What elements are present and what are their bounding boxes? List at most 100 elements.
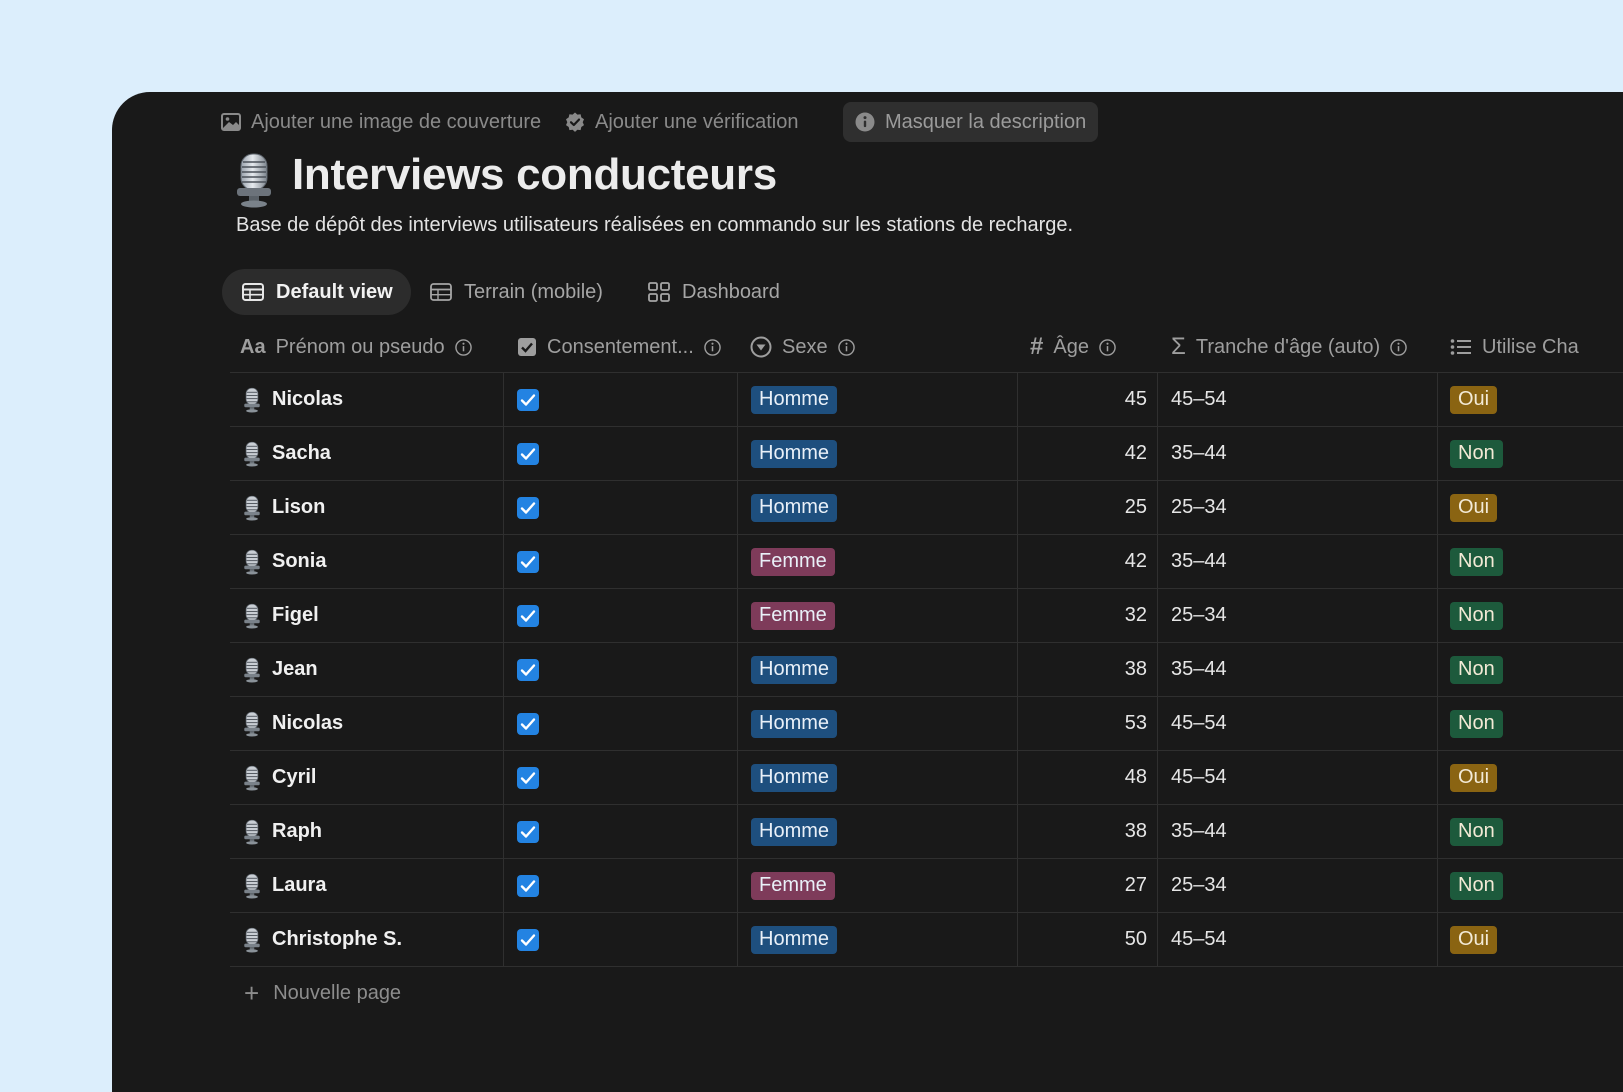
age-range-cell[interactable]: 45–54 [1171, 913, 1227, 966]
age-range-cell[interactable]: 25–34 [1171, 859, 1227, 912]
column-header-name[interactable]: Aa Prénom ou pseudo [240, 322, 472, 372]
name-cell[interactable]: Laura [242, 859, 326, 912]
tab-dashboard[interactable]: Dashboard [648, 269, 780, 315]
uses-cell[interactable]: Non [1450, 427, 1503, 480]
sex-cell[interactable]: Homme [751, 913, 838, 966]
consent-checkbox[interactable] [517, 550, 539, 573]
sex-cell[interactable]: Homme [751, 697, 838, 750]
age-cell[interactable]: 45 [1030, 373, 1147, 426]
age-range-cell[interactable]: 45–54 [1171, 697, 1227, 750]
sex-cell[interactable]: Homme [751, 751, 838, 804]
uses-cell[interactable]: Non [1450, 805, 1503, 858]
tab-terrain-mobile[interactable]: Terrain (mobile) [430, 269, 603, 315]
name-cell[interactable]: Sacha [242, 427, 331, 480]
age-cell[interactable]: 42 [1030, 427, 1147, 480]
sex-cell[interactable]: Homme [751, 643, 838, 696]
age-range-cell[interactable]: 35–44 [1171, 643, 1227, 696]
uses-cell[interactable]: Non [1450, 535, 1503, 588]
age-cell[interactable]: 48 [1030, 751, 1147, 804]
table-row[interactable]: Laura Femme 27 25–34 Non [230, 859, 1623, 913]
uses-cell[interactable]: Oui [1450, 373, 1498, 426]
consent-checkbox[interactable] [517, 928, 539, 951]
consent-checkbox[interactable] [517, 874, 539, 897]
consent-cell[interactable] [517, 697, 539, 750]
age-cell[interactable]: 42 [1030, 535, 1147, 588]
column-header-age[interactable]: # Âge [1030, 322, 1116, 372]
name-cell[interactable]: Nicolas [242, 697, 343, 750]
column-header-uses[interactable]: Utilise Cha [1450, 322, 1579, 372]
name-cell[interactable]: Raph [242, 805, 322, 858]
add-cover-button[interactable]: Ajouter une image de couverture [221, 102, 541, 142]
consent-cell[interactable] [517, 481, 539, 534]
table-row[interactable]: Raph Homme 38 35–44 Non [230, 805, 1623, 859]
age-cell[interactable]: 38 [1030, 805, 1147, 858]
consent-cell[interactable] [517, 535, 539, 588]
consent-checkbox[interactable] [517, 766, 539, 789]
table-row[interactable]: Sacha Homme 42 35–44 Non [230, 427, 1623, 481]
table-row[interactable]: Lison Homme 25 25–34 Oui [230, 481, 1623, 535]
table-row[interactable]: Nicolas Homme 53 45–54 Non [230, 697, 1623, 751]
hide-description-button[interactable]: Masquer la description [843, 102, 1099, 142]
age-cell[interactable]: 25 [1030, 481, 1147, 534]
tab-default-view[interactable]: Default view [222, 269, 411, 315]
add-verification-button[interactable]: Ajouter une vérification [565, 102, 798, 142]
column-header-sex[interactable]: Sexe [750, 322, 855, 372]
age-cell[interactable]: 32 [1030, 589, 1147, 642]
consent-checkbox[interactable] [517, 388, 539, 411]
consent-cell[interactable] [517, 805, 539, 858]
consent-checkbox[interactable] [517, 442, 539, 465]
name-cell[interactable]: Lison [242, 481, 325, 534]
sex-cell[interactable]: Homme [751, 805, 838, 858]
consent-cell[interactable] [517, 589, 539, 642]
table-row[interactable]: Nicolas Homme 45 45–54 Oui [230, 373, 1623, 427]
consent-checkbox[interactable] [517, 604, 539, 627]
table-row[interactable]: Sonia Femme 42 35–44 Non [230, 535, 1623, 589]
age-range-cell[interactable]: 25–34 [1171, 589, 1227, 642]
age-cell[interactable]: 27 [1030, 859, 1147, 912]
uses-cell[interactable]: Oui [1450, 481, 1498, 534]
consent-cell[interactable] [517, 373, 539, 426]
sex-cell[interactable]: Homme [751, 481, 838, 534]
table-row[interactable]: Cyril Homme 48 45–54 Oui [230, 751, 1623, 805]
consent-cell[interactable] [517, 859, 539, 912]
consent-checkbox[interactable] [517, 658, 539, 681]
table-row[interactable]: Jean Homme 38 35–44 Non [230, 643, 1623, 697]
new-page-button[interactable]: + Nouvelle page [230, 967, 1623, 1019]
uses-cell[interactable]: Non [1450, 859, 1503, 912]
age-range-cell[interactable]: 35–44 [1171, 805, 1227, 858]
column-header-consent[interactable]: Consentement... [517, 322, 721, 372]
consent-cell[interactable] [517, 427, 539, 480]
age-cell[interactable]: 53 [1030, 697, 1147, 750]
table-row[interactable]: Figel Femme 32 25–34 Non [230, 589, 1623, 643]
consent-cell[interactable] [517, 913, 539, 966]
page-description[interactable]: Base de dépôt des interviews utilisateur… [236, 214, 1073, 237]
table-row[interactable]: Christophe S. Homme 50 45–54 Oui [230, 913, 1623, 967]
sex-cell[interactable]: Femme [751, 535, 835, 588]
page-title[interactable]: Interviews conducteurs [292, 150, 777, 200]
age-range-cell[interactable]: 25–34 [1171, 481, 1227, 534]
sex-cell[interactable]: Femme [751, 589, 835, 642]
age-cell[interactable]: 50 [1030, 913, 1147, 966]
consent-cell[interactable] [517, 751, 539, 804]
name-cell[interactable]: Nicolas [242, 373, 343, 426]
age-range-cell[interactable]: 45–54 [1171, 751, 1227, 804]
consent-checkbox[interactable] [517, 820, 539, 843]
age-cell[interactable]: 38 [1030, 643, 1147, 696]
uses-cell[interactable]: Oui [1450, 913, 1498, 966]
uses-cell[interactable]: Non [1450, 697, 1503, 750]
consent-checkbox[interactable] [517, 712, 539, 735]
name-cell[interactable]: Figel [242, 589, 319, 642]
microphone-icon[interactable] [232, 152, 276, 208]
sex-cell[interactable]: Femme [751, 859, 835, 912]
age-range-cell[interactable]: 35–44 [1171, 427, 1227, 480]
age-range-cell[interactable]: 45–54 [1171, 373, 1227, 426]
uses-cell[interactable]: Oui [1450, 751, 1498, 804]
age-range-cell[interactable]: 35–44 [1171, 535, 1227, 588]
sex-cell[interactable]: Homme [751, 373, 838, 426]
consent-checkbox[interactable] [517, 496, 539, 519]
name-cell[interactable]: Christophe S. [242, 913, 402, 966]
uses-cell[interactable]: Non [1450, 589, 1503, 642]
uses-cell[interactable]: Non [1450, 643, 1503, 696]
sex-cell[interactable]: Homme [751, 427, 838, 480]
consent-cell[interactable] [517, 643, 539, 696]
